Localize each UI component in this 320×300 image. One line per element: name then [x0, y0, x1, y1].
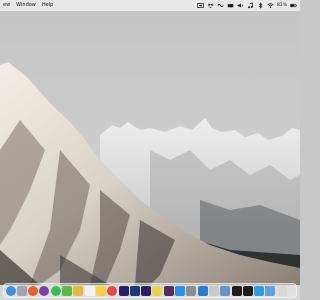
dock-launchpad-icon[interactable] [16, 286, 27, 296]
dock-maps-icon[interactable] [62, 286, 72, 296]
dock-notes-icon[interactable] [95, 286, 106, 296]
menu-bar: ew Window Help 81% [0, 0, 300, 11]
dock-terminal-icon[interactable] [231, 286, 242, 296]
dock-trash-icon[interactable] [276, 286, 287, 296]
menu-item-window[interactable]: Window [16, 0, 36, 11]
wave-icon[interactable] [217, 2, 224, 9]
menu-item-partial[interactable]: ew [3, 0, 10, 11]
dock-activity-monitor-icon[interactable] [242, 286, 253, 296]
dock-system-preferences-icon[interactable] [186, 286, 197, 296]
dock-docker-icon[interactable] [254, 286, 265, 296]
dock-vscode-icon[interactable] [197, 286, 208, 296]
dock-firefox-icon[interactable] [28, 286, 39, 296]
battery-percentage: 81% [276, 3, 287, 8]
dock-downloads-folder-icon[interactable] [265, 286, 276, 296]
dock-photoshop-icon[interactable] [129, 286, 140, 296]
music-note-icon[interactable] [247, 2, 254, 9]
dock-utility-icon[interactable] [208, 286, 219, 296]
dock-after-effects-icon[interactable] [141, 286, 152, 296]
dock-app-store-icon[interactable] [175, 286, 185, 296]
wifi-icon[interactable] [267, 2, 274, 9]
dropbox-icon[interactable] [207, 2, 214, 9]
battery-icon[interactable] [290, 2, 297, 9]
screen-capture-icon[interactable] [197, 2, 204, 9]
dock-notepad-icon[interactable] [152, 286, 163, 296]
keyboard-icon[interactable] [227, 2, 234, 9]
dock-xcode-icon[interactable] [220, 286, 231, 296]
dock-slack-icon[interactable] [163, 286, 174, 296]
bluetooth-icon[interactable] [257, 2, 264, 9]
dock-finder-icon[interactable] [5, 286, 16, 296]
dock-chrome-icon[interactable] [107, 286, 118, 296]
menu-item-help[interactable]: Help [42, 0, 53, 11]
sound-icon[interactable] [237, 2, 244, 9]
dock-tor-browser-icon[interactable] [39, 286, 50, 296]
desktop-wallpaper [0, 0, 300, 300]
dock-premiere-pro-icon[interactable] [118, 286, 129, 296]
dock-messages-icon[interactable] [50, 286, 61, 296]
dock [3, 283, 297, 298]
dock-photos-icon[interactable] [73, 286, 84, 296]
dock-calendar-icon[interactable] [84, 286, 95, 296]
